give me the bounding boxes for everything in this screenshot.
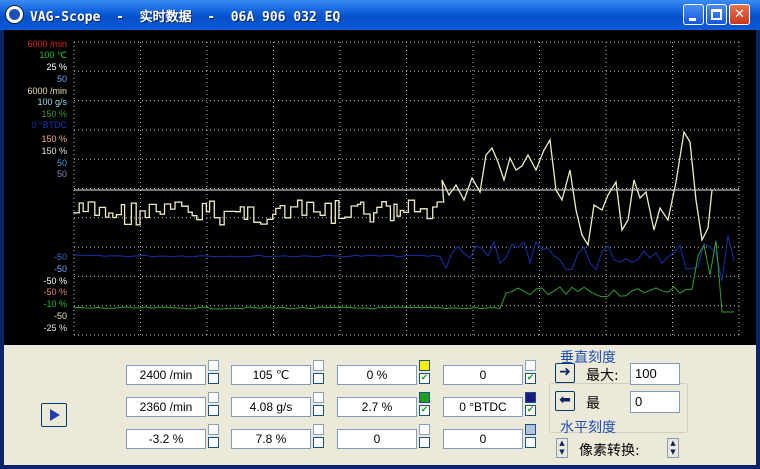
channel-color-swatch[interactable] xyxy=(208,392,219,403)
channel-checkbox[interactable] xyxy=(208,437,219,448)
scale-label: 150 % xyxy=(41,109,67,119)
value-field-rpm-2: 2360 /min xyxy=(126,397,206,417)
close-button[interactable] xyxy=(729,4,750,25)
control-panel: 2400 /min 105 ℃ 0 % 0 2360 /min 4.08 g/s… xyxy=(4,345,756,465)
value-field-airflow: 4.08 g/s xyxy=(231,397,311,417)
horizontal-scale-spinner[interactable]: ▲ ▼ xyxy=(556,438,568,458)
channel-checkbox[interactable] xyxy=(313,405,324,416)
trace-blue-series xyxy=(73,235,735,282)
channel-checkbox[interactable] xyxy=(313,373,324,384)
channel-color-swatch[interactable] xyxy=(313,360,324,371)
channel-checkbox[interactable] xyxy=(419,437,430,448)
channel-checkbox[interactable] xyxy=(208,373,219,384)
window-title: VAG-Scope - 实时数据 - 06A 906 032 EQ xyxy=(30,10,341,25)
scale-decrease-button[interactable]: ⬅ xyxy=(555,391,575,411)
scale-label: -50 xyxy=(53,252,67,262)
scale-label: 0 °BTDC xyxy=(31,120,67,130)
pixel-conversion-label: 像素转换: xyxy=(579,443,640,459)
scale-label: -25 % xyxy=(43,323,67,333)
pixel-conversion-spinner[interactable]: ▲ ▼ xyxy=(667,438,679,458)
scope-grid xyxy=(73,41,740,336)
oscilloscope-display: 6000 /min 100 ℃ 25 % 50 6000 /min 100 g/s 150 … xyxy=(4,30,756,345)
value-field-load: 2.7 % xyxy=(337,397,417,417)
scale-label: 6000 /min xyxy=(27,86,67,96)
channel-checkbox[interactable] xyxy=(208,405,219,416)
scale-label: 50 xyxy=(56,169,67,179)
vw-logo-icon xyxy=(5,5,24,24)
channel-color-swatch[interactable] xyxy=(525,392,536,403)
min-value-input[interactable]: 0 xyxy=(630,391,680,413)
scale-label: -50 % xyxy=(43,287,67,297)
maximize-button[interactable] xyxy=(706,4,727,25)
scale-label: 50 xyxy=(56,74,67,84)
minimize-button[interactable] xyxy=(683,4,704,25)
trace-yellow-series xyxy=(73,130,713,247)
channel-color-swatch[interactable] xyxy=(419,392,430,403)
client-area: 6000 /min 100 ℃ 25 % 50 6000 /min 100 g/s 150 … xyxy=(4,30,756,465)
scale-label: 100 g/s xyxy=(37,97,67,107)
value-field-trim-2: 7.8 % xyxy=(231,429,311,449)
scale-increase-button[interactable]: ➜ xyxy=(555,363,575,383)
play-button[interactable] xyxy=(41,403,67,427)
channel-color-swatch[interactable] xyxy=(313,424,324,435)
spin-down-icon[interactable]: ▼ xyxy=(668,448,678,457)
channel-checkbox-checked[interactable]: ✔ xyxy=(419,405,430,416)
value-field-ignition: 0 °BTDC xyxy=(443,397,523,417)
channel-color-swatch[interactable] xyxy=(525,360,536,371)
spin-up-icon[interactable]: ▲ xyxy=(557,439,567,448)
channel-checkbox[interactable] xyxy=(525,437,536,448)
channel-color-swatch[interactable] xyxy=(419,424,430,435)
scale-label: 50 xyxy=(56,158,67,168)
value-field-r3c3: 0 xyxy=(337,429,417,449)
value-field-rpm: 2400 /min xyxy=(126,365,206,385)
scale-label: -10 % xyxy=(43,299,67,309)
value-field-throttle: 0 % xyxy=(337,365,417,385)
channel-color-swatch[interactable] xyxy=(208,424,219,435)
value-field-r3c4: 0 xyxy=(443,429,523,449)
scale-label: -50 xyxy=(53,264,67,274)
scale-label: 25 % xyxy=(46,62,67,72)
scale-label: -50 xyxy=(53,311,67,321)
channel-color-swatch[interactable] xyxy=(313,392,324,403)
scale-label: 6000 /min xyxy=(27,39,67,49)
channel-checkbox-checked[interactable]: ✔ xyxy=(525,373,536,384)
value-field-trim-1: -3.2 % xyxy=(126,429,206,449)
max-value-input[interactable]: 100 xyxy=(630,363,680,385)
scale-label: 100 ℃ xyxy=(39,50,67,60)
value-field-r1c4: 0 xyxy=(443,365,523,385)
min-label: 最 xyxy=(586,396,600,412)
scale-label: 150 % xyxy=(41,146,67,156)
scale-label: 150 % xyxy=(41,134,67,144)
channel-color-swatch[interactable] xyxy=(419,360,430,371)
value-field-coolant-temp: 105 ℃ xyxy=(231,365,311,385)
channel-checkbox-checked[interactable]: ✔ xyxy=(525,405,536,416)
spin-down-icon[interactable]: ▼ xyxy=(557,448,567,457)
channel-color-swatch[interactable] xyxy=(208,360,219,371)
spin-up-icon[interactable]: ▲ xyxy=(668,439,678,448)
scope-plot xyxy=(73,41,740,336)
channel-checkbox[interactable] xyxy=(313,437,324,448)
horizontal-scale-title: 水平刻度 xyxy=(560,420,616,436)
max-label: 最大: xyxy=(586,368,619,384)
channel-color-swatch[interactable] xyxy=(525,424,536,435)
scale-label: -50 % xyxy=(43,276,67,286)
app-window: VAG-Scope - 实时数据 - 06A 906 032 EQ 6000 /… xyxy=(0,0,760,469)
channel-checkbox-checked[interactable]: ✔ xyxy=(419,373,430,384)
title-bar[interactable]: VAG-Scope - 实时数据 - 06A 906 032 EQ xyxy=(0,0,760,30)
